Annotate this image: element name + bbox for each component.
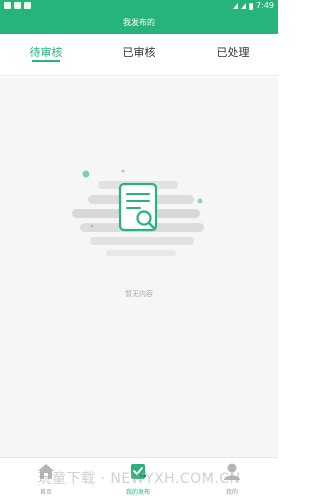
status-notification-icons xyxy=(4,2,31,9)
battery-icon xyxy=(249,2,254,10)
signal-icon xyxy=(241,3,247,9)
status-right: 7:49 xyxy=(233,0,274,12)
page-title: 我发布的 xyxy=(0,12,278,34)
watermark: 玩童下载 · NEWYXH.COM.CN xyxy=(37,471,241,487)
document-search-icon xyxy=(72,169,204,256)
wifi-icon xyxy=(233,3,239,9)
empty-state-text: 暂无内容 xyxy=(125,290,153,298)
tab-reviewed[interactable]: 已审核 xyxy=(99,34,179,76)
notification-icon xyxy=(14,2,21,9)
empty-state-area: 暂无内容 xyxy=(0,77,278,457)
tab-pending[interactable]: 待审核 xyxy=(6,34,86,76)
tab-processed[interactable]: 已处理 xyxy=(193,34,273,76)
status-bar: 7:49 xyxy=(0,0,278,12)
status-time: 7:49 xyxy=(256,1,274,10)
bottom-tab-publish-label: 我的发布 xyxy=(125,489,150,496)
notification-icon xyxy=(4,2,11,9)
active-tab-indicator xyxy=(32,60,60,62)
bottom-tab-home-label: 首页 xyxy=(39,489,52,496)
notification-icon xyxy=(24,2,31,9)
tab-bar: 待审核 已审核 已处理 xyxy=(0,34,278,76)
bottom-tab-me-label: 我的 xyxy=(225,489,238,496)
